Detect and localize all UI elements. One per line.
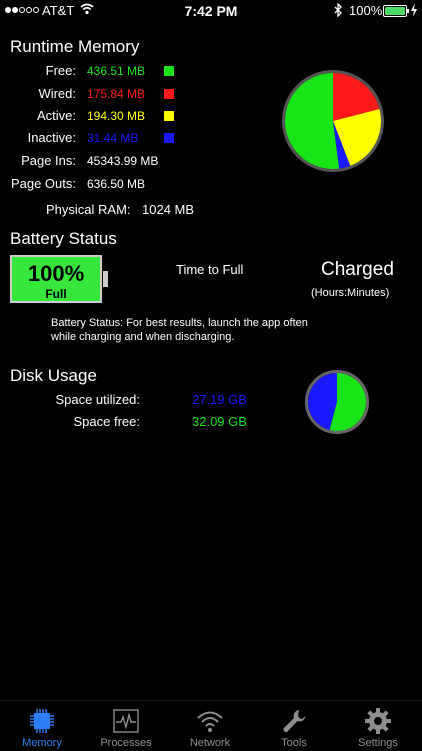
legend-swatch-free — [164, 66, 174, 76]
memory-free-label: Free: — [45, 63, 76, 78]
space-utilized-value: 27.19 GB — [192, 392, 247, 407]
legend-swatch-wired — [164, 89, 174, 99]
chip-icon — [30, 709, 54, 733]
pulse-chart-icon — [113, 709, 139, 733]
tab-tools[interactable]: Tools — [252, 701, 336, 751]
legend-swatch-inactive — [164, 133, 174, 143]
gear-icon — [365, 708, 391, 734]
battery-percent: 100% — [349, 3, 383, 18]
memory-wired-label: Wired: — [38, 86, 76, 101]
battery-status-title: Battery Status — [10, 229, 117, 248]
space-free-label: Space free: — [73, 414, 141, 429]
memory-pie-chart — [282, 70, 384, 172]
time-units: (Hours:Minutes) — [311, 287, 390, 299]
page-outs-value: 636.50 MB — [87, 177, 146, 191]
tab-processes-label: Processes — [100, 737, 152, 749]
disk-usage-title: Disk Usage — [10, 366, 97, 385]
tab-settings[interactable]: Settings — [336, 701, 420, 751]
space-free-value: 32.09 GB — [192, 414, 247, 429]
battery-terminal — [103, 271, 108, 287]
time-to-full-label: Time to Full — [176, 262, 244, 277]
memory-wired-value: 175.84 MB — [87, 87, 146, 101]
pie-slice-free — [285, 73, 340, 169]
status-bar: AT&T 7:42 PM 100% — [0, 0, 422, 22]
page-outs-label: Page Outs: — [10, 176, 76, 191]
battery-note-line2: while charging and when discharging. — [51, 331, 235, 343]
runtime-memory-title: Runtime Memory — [10, 37, 140, 56]
tab-memory-label: Memory — [22, 737, 62, 749]
charge-state: Charged — [321, 259, 394, 280]
tab-processes[interactable]: Processes — [84, 701, 168, 751]
battery-icon — [383, 5, 409, 17]
battery-level-percent: 100% — [27, 261, 85, 286]
battery-level-text: Full — [45, 287, 67, 301]
memory-free-value: 436.51 MB — [87, 64, 146, 78]
memory-active-value: 194.30 MB — [87, 109, 146, 123]
memory-inactive-value: 31.44 MB — [87, 131, 139, 145]
wrench-icon — [283, 710, 306, 732]
space-utilized-label: Space utilized: — [55, 392, 140, 407]
bluetooth-icon — [334, 3, 342, 17]
tab-network-label: Network — [189, 737, 231, 749]
memory-active-label: Active: — [36, 108, 76, 123]
page-ins-label: Page Ins: — [21, 153, 76, 168]
battery-note-line1: Battery Status: For best results, launch… — [51, 317, 308, 329]
tab-network[interactable]: Network — [168, 701, 252, 751]
wifi-icon — [197, 711, 223, 732]
tab-bar: Memory Processes Network Tools Settings — [0, 700, 422, 751]
legend-swatch-active — [164, 111, 174, 121]
memory-inactive-label: Inactive: — [27, 130, 76, 145]
disk-pie-chart — [305, 370, 369, 434]
tab-tools-label: Tools — [281, 737, 307, 749]
charging-bolt-icon — [411, 3, 417, 17]
battery-level-widget: 100% Full — [10, 255, 108, 303]
tab-memory[interactable]: Memory — [0, 701, 84, 751]
page-ins-value: 45343.99 MB — [87, 154, 159, 168]
physical-ram-label: Physical RAM: — [46, 202, 131, 217]
physical-ram-value: 1024 MB — [142, 202, 195, 217]
tab-settings-label: Settings — [358, 737, 398, 749]
